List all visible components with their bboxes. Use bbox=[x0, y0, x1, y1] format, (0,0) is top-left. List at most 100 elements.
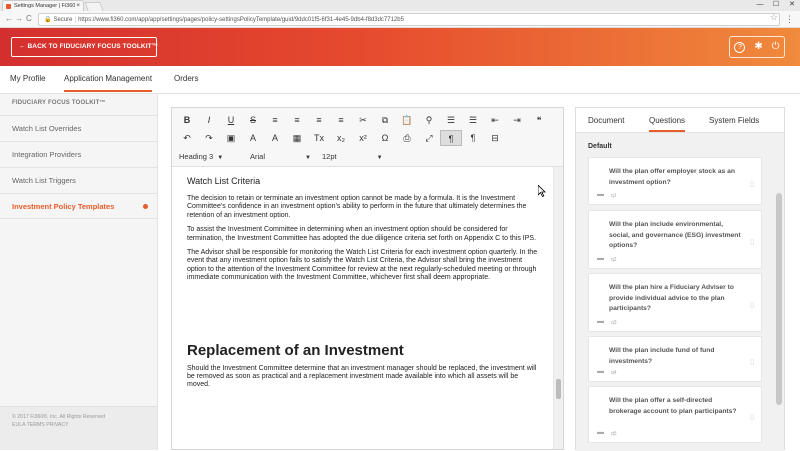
bookmark-star-icon[interactable]: ☆ bbox=[770, 12, 778, 23]
right-panel: Document Questions System Fields Default… bbox=[575, 107, 785, 451]
align-justify-icon[interactable]: ≡ bbox=[330, 112, 352, 128]
browser-tab[interactable]: Settings Manager | Fi360 × bbox=[2, 0, 84, 11]
questions-scrollbar[interactable] bbox=[776, 193, 782, 405]
sidebar-item-investment-policy-templates[interactable]: Investment Policy Templates bbox=[0, 193, 157, 219]
forward-icon[interactable]: → bbox=[15, 13, 23, 25]
app-header: ← BACK TO FIDUCIARY FOCUS TOOLKIT™ ? ✱ ⏻ bbox=[0, 28, 800, 66]
question-id: q4 bbox=[611, 370, 617, 376]
show-blocks-icon[interactable]: ¶ bbox=[440, 130, 462, 146]
align-left-icon[interactable]: ≡ bbox=[264, 112, 286, 128]
editor-content[interactable]: Watch List Criteria The decision to reta… bbox=[172, 167, 553, 449]
font-size-value: 12pt bbox=[322, 152, 337, 161]
bullet-list-icon[interactable]: ☰ bbox=[440, 112, 462, 128]
bold-icon[interactable]: B bbox=[176, 112, 198, 128]
trash-icon[interactable]: ▯ bbox=[750, 358, 754, 366]
close-window-icon[interactable]: ✕ bbox=[784, 0, 800, 11]
question-card[interactable]: Will the plan include environmental, soc… bbox=[588, 210, 762, 269]
nav-application-management[interactable]: Application Management bbox=[64, 74, 153, 92]
copy-icon[interactable]: ⧉ bbox=[374, 112, 396, 128]
browser-menu-icon[interactable]: ⋮ bbox=[785, 11, 794, 27]
mouse-cursor-icon bbox=[538, 185, 546, 197]
indent-icon[interactable]: ⇥ bbox=[506, 112, 528, 128]
section-heading-large: Replacement of an Investment bbox=[187, 341, 404, 359]
power-icon[interactable]: ⏻ bbox=[772, 41, 780, 53]
tab-strip: Settings Manager | Fi360 × — ☐ ✕ bbox=[0, 0, 800, 11]
paragraph: The decision to retain or terminate an i… bbox=[187, 195, 527, 219]
sidebar-item-watch-list-triggers[interactable]: Watch List Triggers bbox=[0, 167, 157, 193]
editor-toolbar: B I U S ≡ ≡ ≡ ≡ ✂ ⧉ 📋 ⚲ ☰ ☰ ⇤ ⇥ ❝ ↶ ↷ ▣ A A ▦ Tx x₂ x² Ω ⎙ ⤢ ¶ ¶ ⊟ Hea… bbox=[172, 108, 563, 167]
address-bar[interactable]: 🔒 Secure | https://www.fi360.com/app/app/se… bbox=[38, 13, 780, 26]
editor-scrollbar[interactable] bbox=[553, 167, 563, 449]
redo-icon[interactable]: ↷ bbox=[198, 130, 220, 146]
questions-list: Default Will the plan offer employer sto… bbox=[576, 133, 784, 451]
back-icon[interactable]: ← bbox=[5, 13, 13, 25]
section-heading: Watch List Criteria bbox=[187, 176, 261, 186]
fullscreen-icon[interactable]: ⤢ bbox=[418, 130, 440, 146]
format-block-select[interactable]: Heading 3 ▼ bbox=[179, 152, 223, 161]
find-icon[interactable]: ⚲ bbox=[418, 112, 440, 128]
question-card[interactable]: Will the plan offer a self-directed brok… bbox=[588, 386, 762, 443]
question-text: Will the plan offer a self-directed brok… bbox=[609, 397, 737, 415]
blockquote-icon[interactable]: ❝ bbox=[528, 112, 550, 128]
numbered-list-icon[interactable]: ☰ bbox=[462, 112, 484, 128]
image-icon[interactable]: ▣ bbox=[220, 130, 242, 146]
rich-text-editor: B I U S ≡ ≡ ≡ ≡ ✂ ⧉ 📋 ⚲ ☰ ☰ ⇤ ⇥ ❝ ↶ ↷ ▣ A A ▦ Tx x₂ x² Ω ⎙ ⤢ ¶ ¶ ⊟ Hea… bbox=[171, 107, 564, 450]
question-card[interactable]: Will the plan include fund of fund inves… bbox=[588, 336, 762, 382]
help-icon[interactable]: ? bbox=[734, 41, 746, 53]
nav-my-profile[interactable]: My Profile bbox=[10, 74, 46, 83]
outdent-icon[interactable]: ⇤ bbox=[484, 112, 506, 128]
sidebar-item-integration-providers[interactable]: Integration Providers bbox=[0, 141, 157, 167]
tab-close-icon[interactable]: × bbox=[76, 1, 80, 11]
paragraph-mark-icon[interactable]: ¶ bbox=[462, 130, 484, 146]
italic-icon[interactable]: I bbox=[198, 112, 220, 128]
new-tab-button[interactable] bbox=[84, 2, 104, 11]
font-color-icon[interactable]: A bbox=[242, 130, 264, 146]
align-right-icon[interactable]: ≡ bbox=[308, 112, 330, 128]
reload-icon[interactable]: C bbox=[26, 13, 32, 25]
print-icon[interactable]: ⎙ bbox=[396, 130, 418, 146]
superscript-icon[interactable]: x² bbox=[352, 130, 374, 146]
maximize-icon[interactable]: ☐ bbox=[768, 0, 784, 11]
window-controls: — ☐ ✕ bbox=[752, 0, 800, 11]
trash-icon[interactable]: ▯ bbox=[750, 180, 754, 188]
format-block-value: Heading 3 bbox=[179, 152, 214, 161]
trash-icon[interactable]: ▯ bbox=[750, 301, 754, 309]
trash-icon[interactable]: ▯ bbox=[750, 413, 754, 421]
footer-links[interactable]: EULA TERMS PRIVACY bbox=[12, 421, 157, 429]
chevron-down-icon: ▼ bbox=[305, 155, 311, 161]
back-to-toolkit-button[interactable]: ← BACK TO FIDUCIARY FOCUS TOOLKIT™ bbox=[11, 37, 158, 57]
table-icon[interactable]: ▦ bbox=[286, 130, 308, 146]
strikethrough-icon[interactable]: S bbox=[242, 112, 264, 128]
trash-icon[interactable]: ▯ bbox=[750, 238, 754, 246]
page-break-icon[interactable]: ⊟ bbox=[484, 130, 506, 146]
toolbar-row-2: ↶ ↷ ▣ A A ▦ Tx x₂ x² Ω ⎙ ⤢ ¶ ¶ ⊟ bbox=[176, 130, 506, 146]
paste-icon[interactable]: 📋 bbox=[396, 112, 418, 128]
nav-orders[interactable]: Orders bbox=[174, 74, 198, 83]
font-family-select[interactable]: Arial ▼ bbox=[250, 152, 311, 161]
header-icon-group: ? ✱ ⏻ bbox=[729, 36, 785, 58]
special-char-icon[interactable]: Ω bbox=[374, 130, 396, 146]
sidebar-item-watch-list-overrides[interactable]: Watch List Overrides bbox=[0, 115, 157, 141]
tab-questions[interactable]: Questions bbox=[649, 116, 686, 132]
align-center-icon[interactable]: ≡ bbox=[286, 112, 308, 128]
comment-icon: ▬ bbox=[597, 368, 604, 375]
group-label: Default bbox=[588, 143, 612, 150]
paragraph: To assist the Investment Committee in de… bbox=[187, 226, 537, 242]
question-card[interactable]: Will the plan offer employer stock as an… bbox=[588, 157, 762, 205]
undo-icon[interactable]: ↶ bbox=[176, 130, 198, 146]
underline-icon[interactable]: U bbox=[220, 112, 242, 128]
question-card[interactable]: Will the plan hire a Fiduciary Adviser t… bbox=[588, 273, 762, 332]
question-id: q1 bbox=[611, 193, 617, 199]
tab-system-fields[interactable]: System Fields bbox=[709, 116, 759, 125]
scrollbar-thumb[interactable] bbox=[556, 379, 561, 399]
minimize-icon[interactable]: — bbox=[752, 0, 768, 11]
chevron-down-icon: ▼ bbox=[376, 155, 383, 161]
tab-document[interactable]: Document bbox=[588, 116, 624, 125]
settings-gear-icon[interactable]: ✱ bbox=[754, 41, 762, 53]
font-size-select[interactable]: 12pt ▼ bbox=[322, 152, 383, 161]
cut-icon[interactable]: ✂ bbox=[352, 112, 374, 128]
sidebar-item-label: Integration Providers bbox=[12, 150, 82, 159]
highlight-icon[interactable]: A bbox=[264, 130, 286, 146]
clear-format-icon[interactable]: Tx bbox=[308, 130, 330, 146]
subscript-icon[interactable]: x₂ bbox=[330, 130, 352, 146]
